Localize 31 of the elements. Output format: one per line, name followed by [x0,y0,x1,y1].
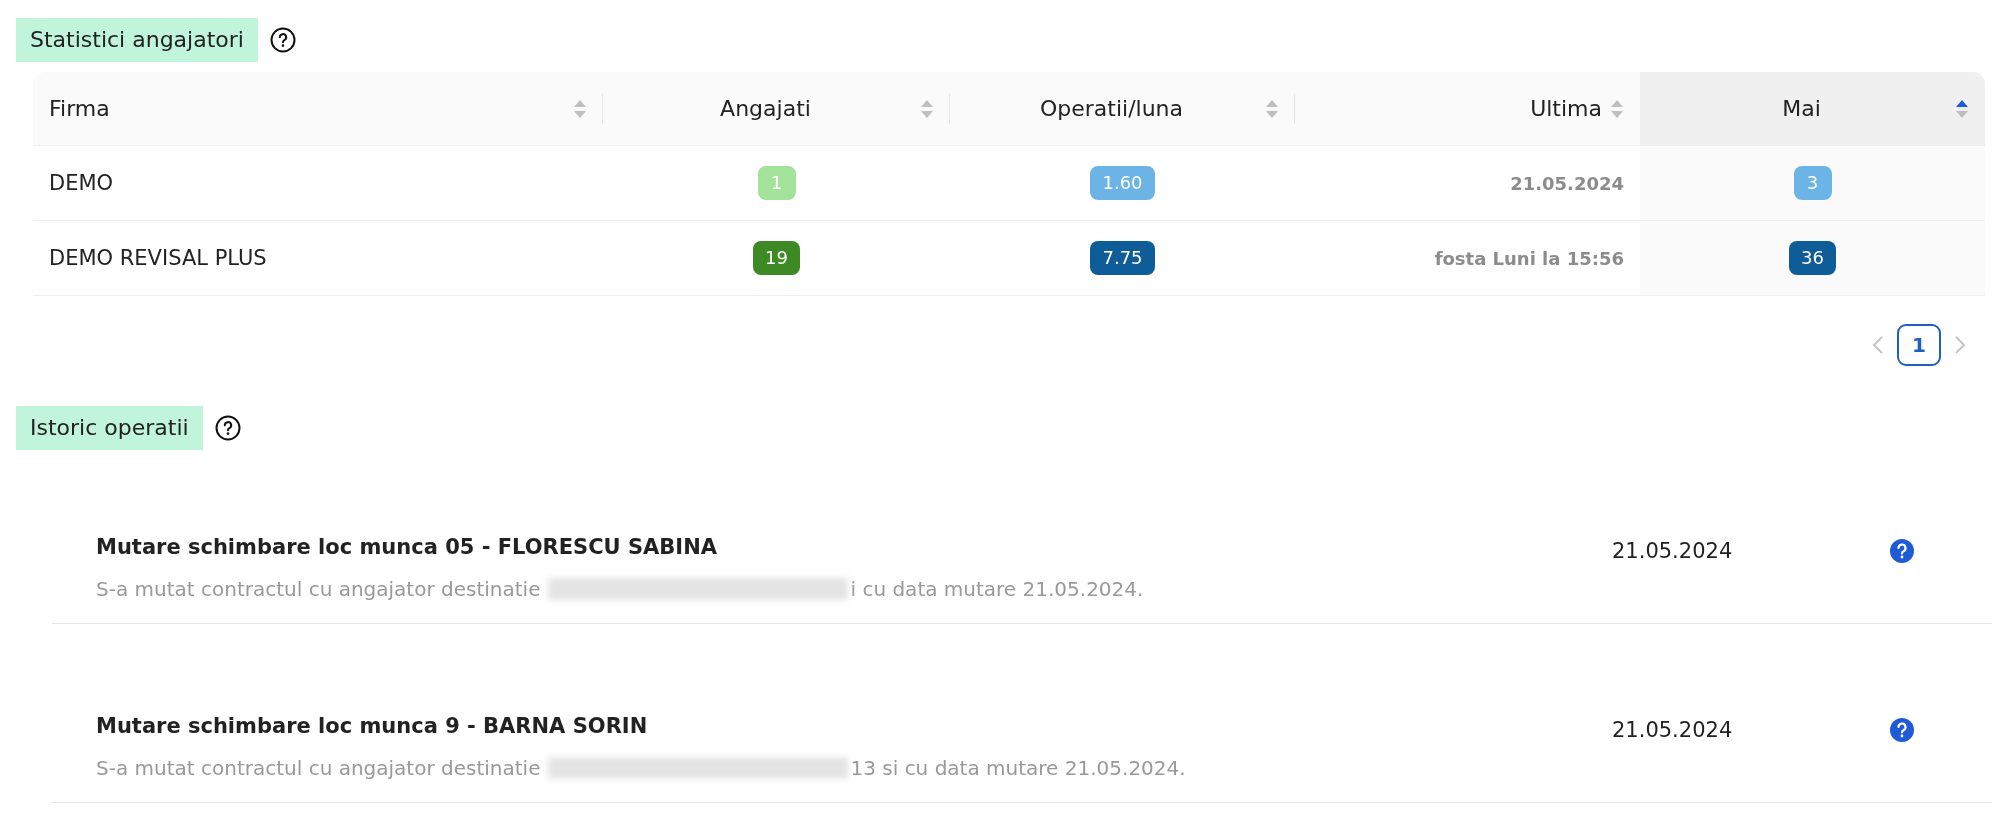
count-badge: 7.75 [1090,241,1155,275]
operation-description: S-a mutat contractul cu angajator destinatie [96,577,541,601]
sort-icon[interactable] [1955,98,1969,119]
operation-description: S-a mutat contractul cu angajator destinatie [96,756,541,780]
table-cell-text: DEMO [48,170,115,197]
count-badge: 36 [1789,241,1836,275]
previous-page-icon[interactable] [1871,334,1885,356]
operation-description: i cu data mutare 21.05.2024. [850,577,1144,601]
count-badge: 1 [757,166,796,200]
column-header[interactable]: Operatii/luna [950,72,1295,145]
operation-title: Mutare schimbare loc munca 9 - BARNA SORIN [95,714,649,738]
column-header[interactable]: Mai [1640,72,1985,145]
count-badge: 3 [1793,166,1832,200]
section-title: Statistici angajatori [16,18,258,62]
operation-date: 21.05.2024 [1612,538,1734,563]
column-header[interactable]: Ultima [1295,72,1640,145]
operation-date: 21.05.2024 [1612,717,1734,742]
count-badge: 1.60 [1090,166,1155,200]
page-button[interactable]: 1 [1897,324,1941,366]
column-header[interactable]: Firma [33,72,603,145]
table-cell-text: 21.05.2024 [1509,171,1625,196]
count-badge: 19 [753,241,800,275]
operation-title: Mutare schimbare loc munca 05 - FLORESCU SABINA [95,535,718,559]
section-title: Istoric operatii [16,406,203,450]
help-icon[interactable] [269,27,296,53]
next-page-icon[interactable] [1953,334,1967,356]
operation-description: 13 si cu data mutare 21.05.2024. [850,756,1186,780]
help-icon[interactable] [214,415,241,441]
table-cell-text: fosta Luni la 15:56 [1433,246,1625,271]
column-header[interactable]: Angajati [603,72,950,145]
table-cell-text: DEMO REVISAL PLUS [48,245,268,272]
